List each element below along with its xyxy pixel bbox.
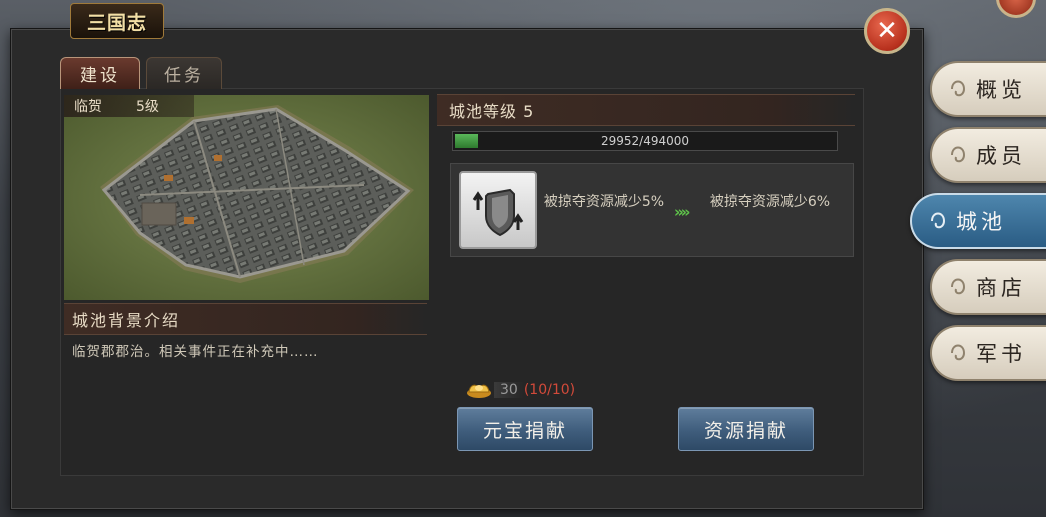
next-effect-text: 被掠夺资源减少6% <box>709 194 831 210</box>
tab-task[interactable]: 任务 <box>146 57 222 89</box>
side-nav-military-book[interactable]: 军书 <box>930 325 1046 381</box>
scroll-curl-icon <box>951 278 966 295</box>
city-background-text: 临贺郡郡治。相关事件正在补充中…… <box>72 344 319 360</box>
side-nav-overview[interactable]: 概览 <box>930 61 1046 117</box>
ingot-donate-button[interactable]: 元宝捐献 <box>457 407 593 451</box>
city-background-header: 城池背景介绍 <box>64 303 427 335</box>
side-nav-city-label: 城池 <box>956 210 1006 234</box>
side-nav-shop-label: 商店 <box>976 276 1026 300</box>
city-level-badge: 5级 <box>136 99 159 115</box>
ingot-icon <box>467 384 491 398</box>
close-icon: ✕ <box>876 16 898 46</box>
level-effect-panel: 被掠夺资源减少5% »» 被掠夺资源减少6% <box>450 163 854 257</box>
side-nav-military-book-label: 军书 <box>976 342 1026 366</box>
donation-cost-row: 30 (10/10) <box>466 380 575 400</box>
current-effect-text: 被掠夺资源减少5% <box>543 194 665 210</box>
close-button[interactable]: ✕ <box>864 8 910 54</box>
logo-text: 三国志 <box>86 11 147 34</box>
side-nav-overview-label: 概览 <box>976 78 1026 102</box>
scroll-curl-icon <box>951 80 966 97</box>
side-nav-members[interactable]: 成员 <box>930 127 1046 183</box>
city-level-header: 城池等级 5 <box>437 94 855 126</box>
scroll-curl-icon <box>951 146 966 163</box>
city-background-title: 城池背景介绍 <box>72 311 181 330</box>
tab-build-label: 建设 <box>80 66 120 86</box>
scroll-curl-icon <box>931 212 946 229</box>
upgrade-arrow-icon: »» <box>674 203 690 221</box>
resource-donate-label: 资源捐献 <box>703 419 788 442</box>
city-name-label: 临贺 5级 <box>64 95 194 117</box>
tab-build[interactable]: 建设 <box>60 57 140 89</box>
ingot-donate-label: 元宝捐献 <box>482 419 567 442</box>
shield-up-icon <box>459 171 537 249</box>
city-level-title: 城池等级 5 <box>449 102 535 121</box>
ingot-cost: 30 <box>494 382 524 398</box>
level-progress-bar: 29952/494000 <box>452 131 838 151</box>
city-illustration <box>64 95 429 300</box>
city-name: 临贺 <box>74 99 102 115</box>
game-logo: 三国志 <box>70 3 164 39</box>
donation-count: (10/10) <box>523 382 576 398</box>
side-nav-city[interactable]: 城池 <box>910 193 1046 249</box>
city-aerial-image: 临贺 5级 <box>64 95 429 300</box>
progress-text: 29952/494000 <box>600 134 690 148</box>
side-nav-shop[interactable]: 商店 <box>930 259 1046 315</box>
resource-donate-button[interactable]: 资源捐献 <box>678 407 814 451</box>
scroll-curl-icon <box>951 344 966 361</box>
side-nav-members-label: 成员 <box>976 144 1026 168</box>
tab-task-label: 任务 <box>164 66 204 86</box>
